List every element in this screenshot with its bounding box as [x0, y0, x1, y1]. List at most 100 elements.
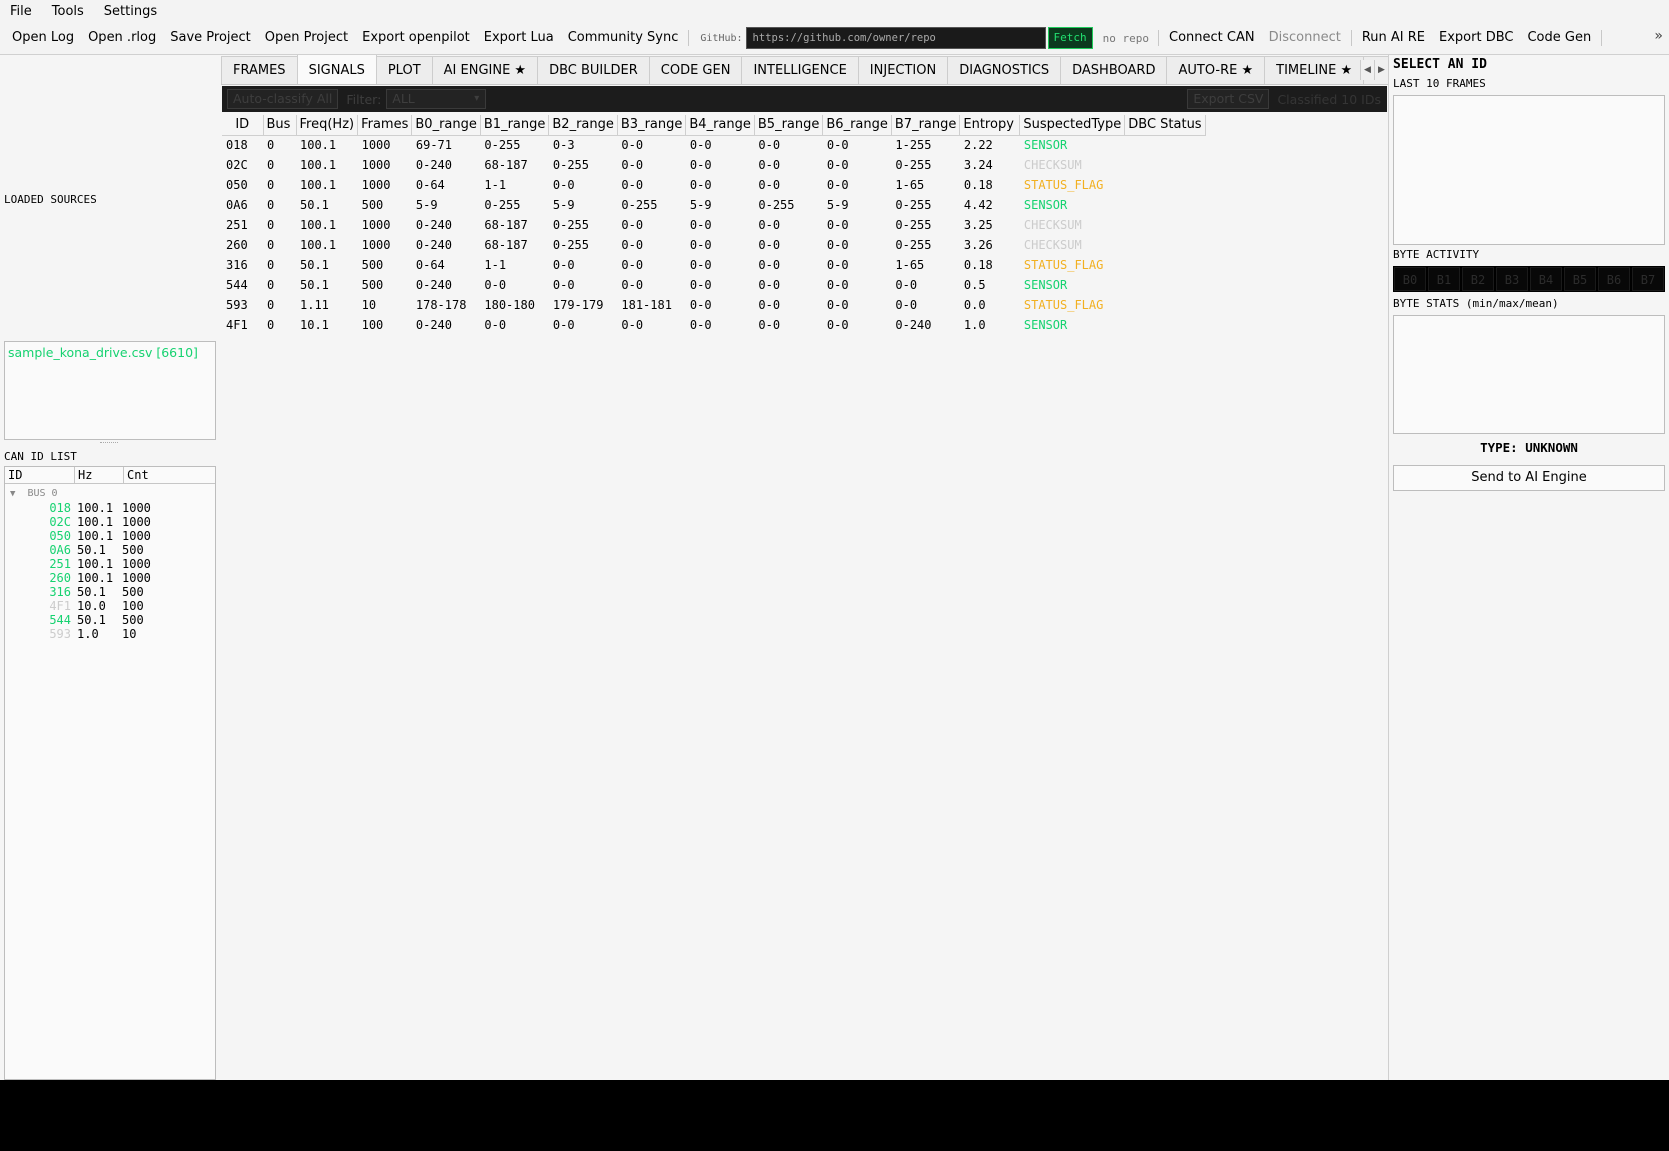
- table-row[interactable]: 050 0 100.1 1000 0-64 1-1 0-0 0-0 0-0 0-0 0-0 1-65 0…: [222, 175, 1205, 195]
- can-id-row[interactable]: 0A6 50.1 500: [5, 543, 215, 557]
- export-openpilot-button[interactable]: Export openpilot: [355, 26, 477, 50]
- export-lua-button[interactable]: Export Lua: [477, 26, 561, 50]
- tab-scroll-right-icon[interactable]: ▶: [1374, 60, 1388, 80]
- source-item[interactable]: sample_kona_drive.csv [6610]: [8, 345, 198, 360]
- filter-label: Filter:: [346, 91, 382, 107]
- last-frames-title: LAST 10 FRAMES: [1393, 77, 1486, 90]
- tab-intelligence[interactable]: INTELLIGENCE: [741, 56, 859, 84]
- col-id[interactable]: ID: [5, 467, 75, 483]
- toolbar-overflow-icon[interactable]: »: [1654, 28, 1663, 44]
- tab-plot[interactable]: PLOT: [375, 56, 433, 84]
- table-row[interactable]: 260 0 100.1 1000 0-240 68-187 0-255 0-0 0-0 0-0 0-…: [222, 235, 1205, 255]
- tab-diagnostics[interactable]: DIAGNOSTICS: [947, 56, 1062, 84]
- filter-select[interactable]: ALL: [386, 89, 487, 109]
- code-gen-button[interactable]: Code Gen: [1520, 26, 1598, 50]
- col-frames[interactable]: Frames: [357, 115, 413, 136]
- col-b2-range[interactable]: B2_range: [548, 115, 618, 136]
- table-row[interactable]: 544 0 50.1 500 0-240 0-0 0-0 0-0 0-0 0-0 0-0 0-0 0.5…: [222, 275, 1205, 295]
- fetch-button[interactable]: Fetch: [1047, 27, 1093, 49]
- table-row[interactable]: 018 0 100.1 1000 69-71 0-255 0-3 0-0 0-0 0-0 0-0 1-…: [222, 135, 1205, 155]
- col-bus[interactable]: Bus: [263, 115, 297, 136]
- byte-range: 0-0: [895, 278, 918, 292]
- toolbar-separator: [1601, 30, 1603, 46]
- tab-auto-re[interactable]: AUTO-RE ★: [1166, 56, 1266, 84]
- can-id-row[interactable]: 251 100.1 1000: [5, 557, 215, 571]
- menu-settings[interactable]: Settings: [94, 4, 167, 19]
- col-hz[interactable]: Hz: [75, 467, 124, 483]
- tab-signals[interactable]: SIGNALS: [296, 55, 377, 84]
- dbc-status: [1125, 255, 1205, 275]
- signal-frames: 1000: [361, 178, 391, 192]
- can-id-row[interactable]: 544 50.1 500: [5, 613, 215, 627]
- byte-range: 0-0: [552, 178, 575, 192]
- can-id-row[interactable]: 018 100.1 1000: [5, 501, 215, 515]
- connect-can-button[interactable]: Connect CAN: [1162, 26, 1262, 50]
- can-id-row[interactable]: 02C 100.1 1000: [5, 515, 215, 529]
- chevron-down-icon[interactable]: ▼: [10, 489, 15, 499]
- tab-ai-engine[interactable]: AI ENGINE ★: [431, 56, 539, 84]
- col-cnt[interactable]: Cnt: [124, 467, 215, 483]
- col-b5-range[interactable]: B5_range: [754, 115, 824, 136]
- signal-frames: 1000: [361, 158, 391, 172]
- byte-range: 0-255: [484, 138, 521, 153]
- export-csv-button[interactable]: Export CSV: [1187, 89, 1270, 109]
- run-ai-re-button[interactable]: Run AI RE: [1355, 26, 1432, 50]
- col-b3-range[interactable]: B3_range: [617, 115, 687, 136]
- menu-tools[interactable]: Tools: [42, 4, 94, 19]
- open-rlog-button[interactable]: Open .rlog: [81, 26, 163, 50]
- tab-dbc-builder[interactable]: DBC BUILDER: [537, 56, 650, 84]
- auto-classify-button[interactable]: Auto-classify All: [227, 89, 339, 109]
- tab-injection[interactable]: INJECTION: [857, 56, 949, 84]
- signal-id: 544: [226, 278, 248, 292]
- can-id-row[interactable]: 050 100.1 1000: [5, 529, 215, 543]
- table-row[interactable]: 4F1 0 10.1 100 0-240 0-0 0-0 0-0 0-0 0-0 0-0 0-240 1…: [222, 315, 1205, 335]
- menu-file[interactable]: File: [0, 4, 42, 19]
- select-id-title: SELECT AN ID: [1393, 57, 1487, 72]
- tab-code-gen[interactable]: CODE GEN: [648, 56, 743, 84]
- tab-frames[interactable]: FRAMES: [221, 56, 298, 84]
- table-row[interactable]: 0A6 0 50.1 500 5-9 0-255 5-9 0-255 5-9 0-255 5-9 0-…: [222, 195, 1205, 215]
- tab-scroll-left-icon[interactable]: ◀: [1360, 60, 1374, 80]
- col-freq-hz-[interactable]: Freq(Hz): [296, 115, 359, 136]
- can-id-row[interactable]: 316 50.1 500: [5, 585, 215, 599]
- col-b7-range[interactable]: B7_range: [891, 115, 961, 136]
- col-dbc-status[interactable]: DBC Status: [1124, 115, 1206, 136]
- tree-bus-node[interactable]: ▼ BUS 0: [5, 486, 215, 501]
- dbc-status: [1125, 235, 1205, 255]
- save-project-button[interactable]: Save Project: [163, 26, 258, 50]
- toolbar-separator: [688, 30, 690, 46]
- col-suspectedtype[interactable]: SuspectedType: [1019, 115, 1126, 136]
- table-row[interactable]: 593 0 1.11 10 178-178 180-180 179-179 181-181 0-…: [222, 295, 1205, 315]
- open-log-button[interactable]: Open Log: [0, 26, 81, 50]
- byte-cell: B3: [1496, 267, 1528, 291]
- suspected-type: SENSOR: [1023, 198, 1068, 212]
- byte-range: 0-0: [826, 318, 849, 332]
- table-row[interactable]: 02C 0 100.1 1000 0-240 68-187 0-255 0-0 0-0 0-0 0-…: [222, 155, 1205, 175]
- signal-frames: 1000: [361, 238, 391, 252]
- can-id: 251: [49, 557, 71, 571]
- col-b4-range[interactable]: B4_range: [685, 115, 755, 136]
- community-sync-button[interactable]: Community Sync: [561, 26, 686, 50]
- col-id[interactable]: ID: [222, 115, 264, 136]
- col-b1-range[interactable]: B1_range: [480, 115, 550, 136]
- loaded-sources-list: sample_kona_drive.csv [6610]: [4, 341, 216, 440]
- send-to-ai-engine-button[interactable]: Send to AI Engine: [1393, 465, 1665, 491]
- table-row[interactable]: 251 0 100.1 1000 0-240 68-187 0-255 0-0 0-0 0-0 0-…: [222, 215, 1205, 235]
- table-row[interactable]: 316 0 50.1 500 0-64 1-1 0-0 0-0 0-0 0-0 0-0 1-65 0.1…: [222, 255, 1205, 275]
- col-b6-range[interactable]: B6_range: [822, 115, 892, 136]
- tab-timeline[interactable]: TIMELINE ★: [1264, 56, 1365, 84]
- open-project-button[interactable]: Open Project: [258, 26, 355, 50]
- export-dbc-button[interactable]: Export DBC: [1432, 26, 1520, 50]
- byte-range: 1-65: [895, 178, 925, 192]
- byte-range: 0-240: [415, 218, 452, 232]
- tab-dashboard[interactable]: DASHBOARD: [1060, 56, 1168, 84]
- signal-entropy: 4.42: [963, 198, 993, 212]
- can-id-row[interactable]: 4F1 10.0 100: [5, 599, 215, 613]
- disconnect-button[interactable]: Disconnect: [1262, 26, 1348, 50]
- github-url-input[interactable]: https://github.com/owner/repo: [745, 27, 1046, 49]
- col-entropy[interactable]: Entropy: [959, 115, 1021, 136]
- col-b0-range[interactable]: B0_range: [411, 115, 481, 136]
- can-id-row[interactable]: 593 1.0 10: [5, 627, 215, 641]
- splitter-handle[interactable]: [100, 442, 118, 444]
- can-id-row[interactable]: 260 100.1 1000: [5, 571, 215, 585]
